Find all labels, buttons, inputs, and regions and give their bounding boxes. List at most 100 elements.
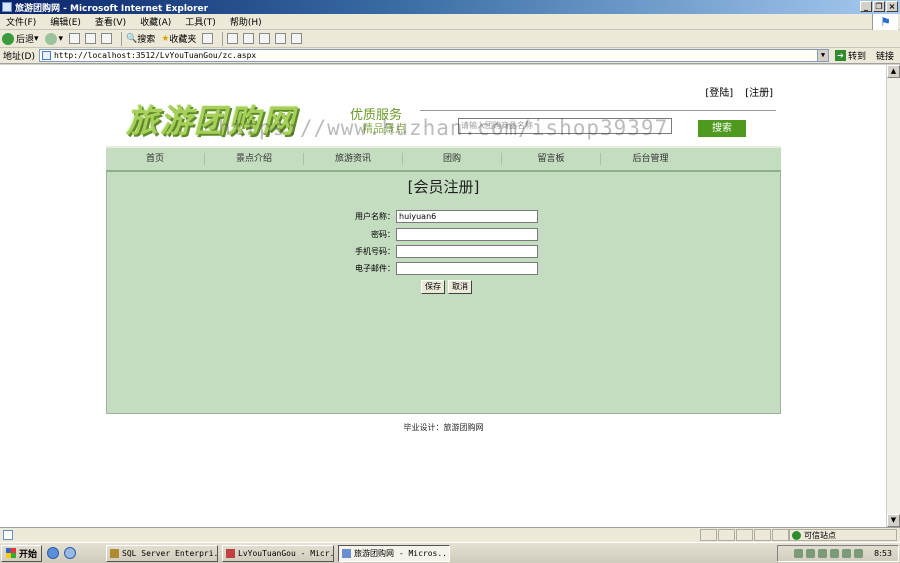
form-row-email: 电子邮件： (107, 262, 780, 275)
main-nav: 首页 景点介绍 旅游资讯 团购 留言板 后台管理 (106, 146, 781, 172)
scroll-up-icon[interactable]: ▲ (887, 65, 900, 78)
taskbar-item-sql-server[interactable]: SQL Server Enterpri... (106, 544, 219, 562)
nav-guestbook[interactable]: 留言板 (502, 153, 601, 165)
menu-file[interactable]: 文件(F) (6, 15, 36, 28)
chevron-down-icon: ▾ (58, 33, 64, 44)
cancel-button[interactable]: 取消 (448, 280, 472, 294)
watermark-text: https://www.huzhan.com/ishop39397 (218, 116, 669, 140)
back-label: 后退 (16, 35, 35, 45)
phone-field[interactable] (396, 245, 538, 258)
star-icon: ★ (161, 33, 170, 44)
nav-home[interactable]: 首页 (106, 153, 205, 165)
window-controls: _ ❐ × (860, 1, 898, 12)
form-row-password: 密码： (107, 228, 780, 241)
tray-icon[interactable] (794, 549, 804, 558)
auth-links: [登陆] [注册] (705, 84, 773, 99)
register-panel: [会员注册] 用户名称： huiyuan6 密码： 手机号码： 电子邮件： 保存… (106, 172, 781, 414)
address-input[interactable]: http://localhost:3512/LvYouTuanGou/zc.as… (38, 49, 829, 62)
task-label: 旅游团购网 - Micros... (354, 548, 451, 558)
menu-view[interactable]: 查看(V) (95, 15, 126, 28)
save-button[interactable]: 保存 (421, 280, 445, 294)
username-field[interactable]: huiyuan6 (396, 210, 538, 223)
form-buttons: 保存 取消 (107, 280, 780, 294)
restore-button[interactable]: ❐ (873, 1, 885, 12)
status-pane (772, 529, 789, 541)
app-icon (110, 548, 120, 558)
toolbar-separator (121, 31, 123, 46)
site-container: [登陆] [注册] 旅游团购网 优质服务 精品景点 请输入团购商品名称 搜索 h… (106, 68, 781, 433)
chevron-down-icon: ▾ (34, 33, 39, 44)
page-viewport: [登陆] [注册] 旅游团购网 优质服务 精品景点 请输入团购商品名称 搜索 h… (0, 65, 886, 527)
nav-admin[interactable]: 后台管理 (601, 153, 700, 165)
tray-icon[interactable] (842, 549, 852, 558)
login-link[interactable]: [登陆] (705, 84, 733, 99)
clock[interactable]: 8:53 (874, 549, 892, 558)
desktop-quicklaunch-icon[interactable] (64, 547, 77, 559)
forward-arrow-icon (44, 32, 57, 45)
folder-icon[interactable] (275, 33, 287, 44)
header-divider (420, 110, 776, 111)
password-field[interactable] (396, 228, 538, 241)
back-arrow-icon (2, 32, 14, 45)
nav-travel-news[interactable]: 旅游资讯 (304, 153, 403, 165)
nav-group-buy[interactable]: 团购 (403, 153, 502, 165)
network-icon[interactable] (854, 549, 864, 558)
menu-tools[interactable]: 工具(T) (185, 15, 216, 28)
zone-label: 可信站点 (804, 530, 836, 540)
tray-icon[interactable] (818, 549, 828, 558)
vertical-scrollbar[interactable]: ▲ ▼ (886, 65, 900, 527)
page-done-icon (3, 530, 13, 540)
window-title: 旅游团购网 - Microsoft Internet Explorer (15, 3, 209, 14)
start-label: 开始 (19, 549, 38, 560)
form-row-phone: 手机号码： (107, 245, 780, 258)
edit-icon[interactable] (259, 33, 271, 44)
email-label: 电子邮件： (355, 264, 395, 273)
address-bar: 地址(D) http://localhost:3512/LvYouTuanGou… (0, 48, 900, 64)
taskbar-item-browser[interactable]: 旅游团购网 - Micros... (338, 544, 451, 562)
close-button[interactable]: × (886, 1, 898, 12)
menu-help[interactable]: 帮助(H) (230, 15, 262, 28)
page-icon (41, 51, 51, 60)
menu-edit[interactable]: 编辑(E) (50, 15, 81, 28)
site-search-button[interactable]: 搜索 (698, 120, 746, 137)
chevron-down-icon[interactable]: ▼ (816, 50, 828, 61)
forward-button[interactable]: ▾ (44, 32, 64, 45)
register-link[interactable]: [注册] (745, 84, 773, 99)
volume-icon[interactable] (830, 549, 840, 558)
system-tray: 8:53 (777, 545, 899, 562)
menu-favorites[interactable]: 收藏(A) (140, 15, 171, 28)
links-button[interactable]: 链接 (876, 49, 894, 62)
go-button[interactable]: ➔ 转到 (834, 49, 866, 62)
email-field[interactable] (396, 262, 538, 275)
status-pane (736, 529, 753, 541)
search-label: 搜索 (137, 35, 156, 45)
site-footer: 毕业设计：旅游团购网 (403, 423, 484, 432)
toolbar-separator (222, 31, 224, 46)
scroll-down-icon[interactable]: ▼ (887, 514, 900, 527)
messenger-icon[interactable] (291, 33, 303, 44)
tray-icon[interactable] (806, 549, 816, 558)
search-button[interactable]: 🔍 搜索 (126, 32, 156, 46)
app-icon (226, 548, 236, 558)
task-label: SQL Server Enterpri... (122, 548, 219, 558)
favorites-button[interactable]: ★ 收藏夹 (161, 32, 196, 46)
home-icon[interactable] (101, 33, 113, 44)
trusted-zone-icon (792, 530, 801, 540)
start-button[interactable]: 开始 (1, 544, 43, 562)
ie-quicklaunch-icon[interactable] (47, 547, 60, 559)
print-icon[interactable] (243, 33, 255, 44)
ie-page-icon (2, 2, 12, 12)
stop-icon[interactable] (69, 33, 81, 44)
security-zone: 可信站点 (789, 529, 897, 541)
address-url: http://localhost:3512/LvYouTuanGou/zc.as… (53, 51, 257, 60)
refresh-icon[interactable] (85, 33, 97, 44)
taskbar-item-visual-studio[interactable]: LvYouTuanGou - Micr... (222, 544, 335, 562)
history-icon[interactable] (227, 33, 239, 44)
username-label: 用户名称： (355, 212, 395, 221)
back-button[interactable]: 后退 ▾ (2, 32, 39, 45)
taskbar: 开始 SQL Server Enterpri... LvYouTuanGou -… (0, 542, 900, 563)
go-label: 转到 (847, 52, 866, 62)
media-icon[interactable] (202, 33, 214, 44)
minimize-button[interactable]: _ (860, 1, 872, 12)
nav-attractions[interactable]: 景点介绍 (205, 153, 304, 165)
